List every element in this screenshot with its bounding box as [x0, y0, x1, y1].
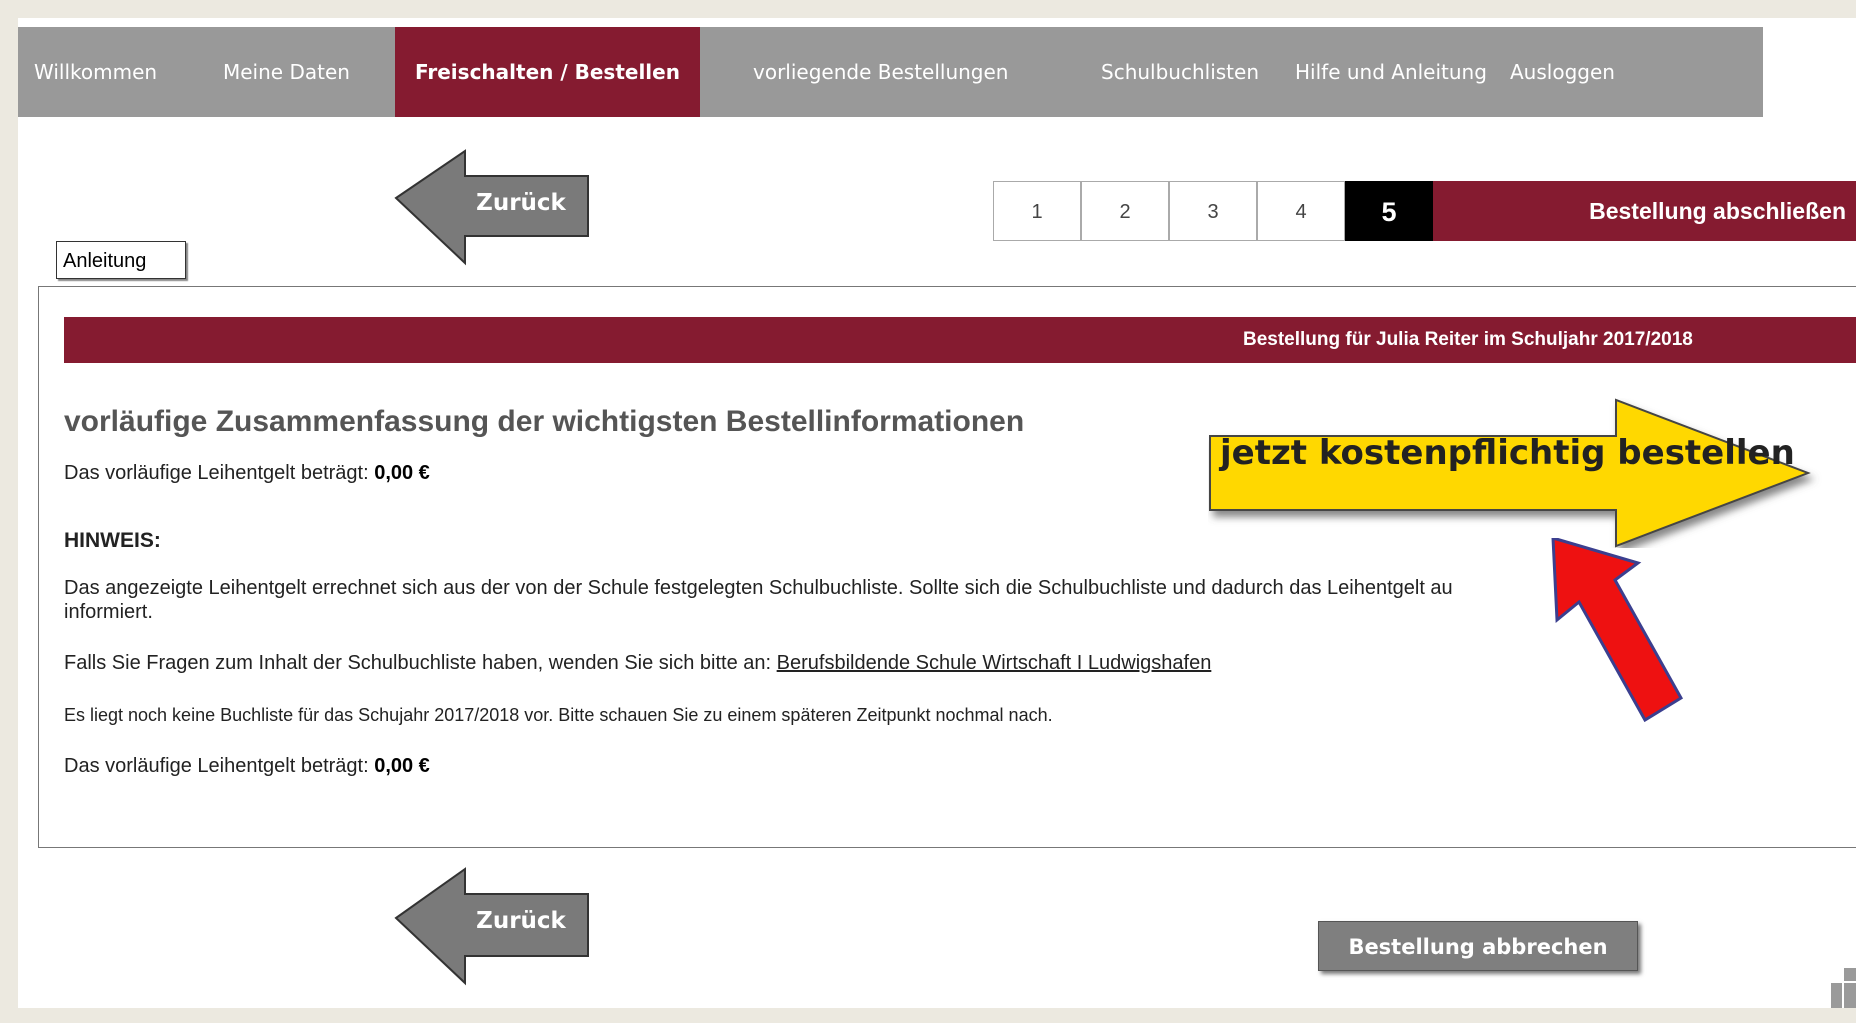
fee-line: Das vorläufige Leihentgelt beträgt: 0,00… — [64, 462, 430, 485]
fee-prefix-2: Das vorläufige Leihentgelt beträgt: — [64, 755, 375, 777]
nav-item-ausloggen[interactable]: Ausloggen — [1510, 27, 1615, 117]
right-arrow-icon — [1209, 398, 1811, 548]
back-button-label: Zurück — [476, 190, 566, 216]
browser-viewport: Willkommen Meine Daten Freischalten / Be… — [18, 18, 1856, 1008]
nav-item-vorliegende-bestellungen[interactable]: vorliegende Bestellungen — [753, 27, 1008, 117]
hinweis-text-line2: informiert. — [64, 601, 153, 623]
school-link[interactable]: Berufsbildende Schule Wirtschaft I Ludwi… — [777, 652, 1212, 674]
nav-item-meine-daten[interactable]: Meine Daten — [223, 27, 350, 117]
step-1[interactable]: 1 — [993, 181, 1081, 241]
step-5-current: 5 — [1345, 181, 1433, 241]
nav-item-freischalten-bestellen[interactable]: Freischalten / Bestellen — [395, 27, 700, 117]
questions-prefix: Falls Sie Fragen zum Inhalt der Schulbuc… — [64, 652, 777, 674]
step-2[interactable]: 2 — [1081, 181, 1169, 241]
step-indicator: 1 2 3 4 5 Bestellung abschließen — [993, 181, 1856, 241]
step-4[interactable]: 4 — [1257, 181, 1345, 241]
corner-logo-icon — [1831, 968, 1856, 1008]
pointer-arrow-icon — [1551, 538, 1684, 723]
fee-line-2: Das vorläufige Leihentgelt beträgt: 0,00… — [64, 755, 430, 778]
step-title: Bestellung abschließen — [1433, 181, 1856, 241]
questions-line: Falls Sie Fragen zum Inhalt der Schulbuc… — [64, 652, 1211, 675]
summary-title: vorläufige Zusammenfassung der wichtigst… — [64, 405, 1025, 438]
nav-item-willkommen[interactable]: Willkommen — [34, 27, 157, 117]
order-now-label: jetzt kostenpflichtig bestellen — [1220, 433, 1795, 473]
fee-value-2: 0,00 € — [374, 755, 430, 777]
cancel-order-button[interactable]: Bestellung abbrechen — [1318, 921, 1638, 971]
hinweis-text-line1: Das angezeigte Leihentgelt errechnet sic… — [64, 577, 1453, 599]
order-header-bar: Bestellung für Julia Reiter im Schuljahr… — [64, 317, 1856, 363]
back-button-top[interactable]: Zurück — [393, 148, 593, 268]
fee-value: 0,00 € — [374, 462, 430, 484]
no-list-notice: Es liegt noch keine Buchliste für das Sc… — [64, 705, 1053, 725]
hinweis-label: HINWEIS: — [64, 529, 161, 552]
step-3[interactable]: 3 — [1169, 181, 1257, 241]
fee-prefix: Das vorläufige Leihentgelt beträgt: — [64, 462, 375, 484]
order-now-button[interactable]: jetzt kostenpflichtig bestellen — [1208, 398, 1828, 548]
anleitung-button[interactable]: Anleitung — [56, 241, 186, 279]
nav-item-hilfe-und-anleitung[interactable]: Hilfe und Anleitung — [1295, 27, 1487, 117]
back-button-bottom[interactable]: Zurück — [393, 866, 593, 986]
nav-item-schulbuchlisten[interactable]: Schulbuchlisten — [1101, 27, 1259, 117]
back-button-label: Zurück — [476, 908, 566, 934]
main-nav: Willkommen Meine Daten Freischalten / Be… — [18, 27, 1763, 117]
